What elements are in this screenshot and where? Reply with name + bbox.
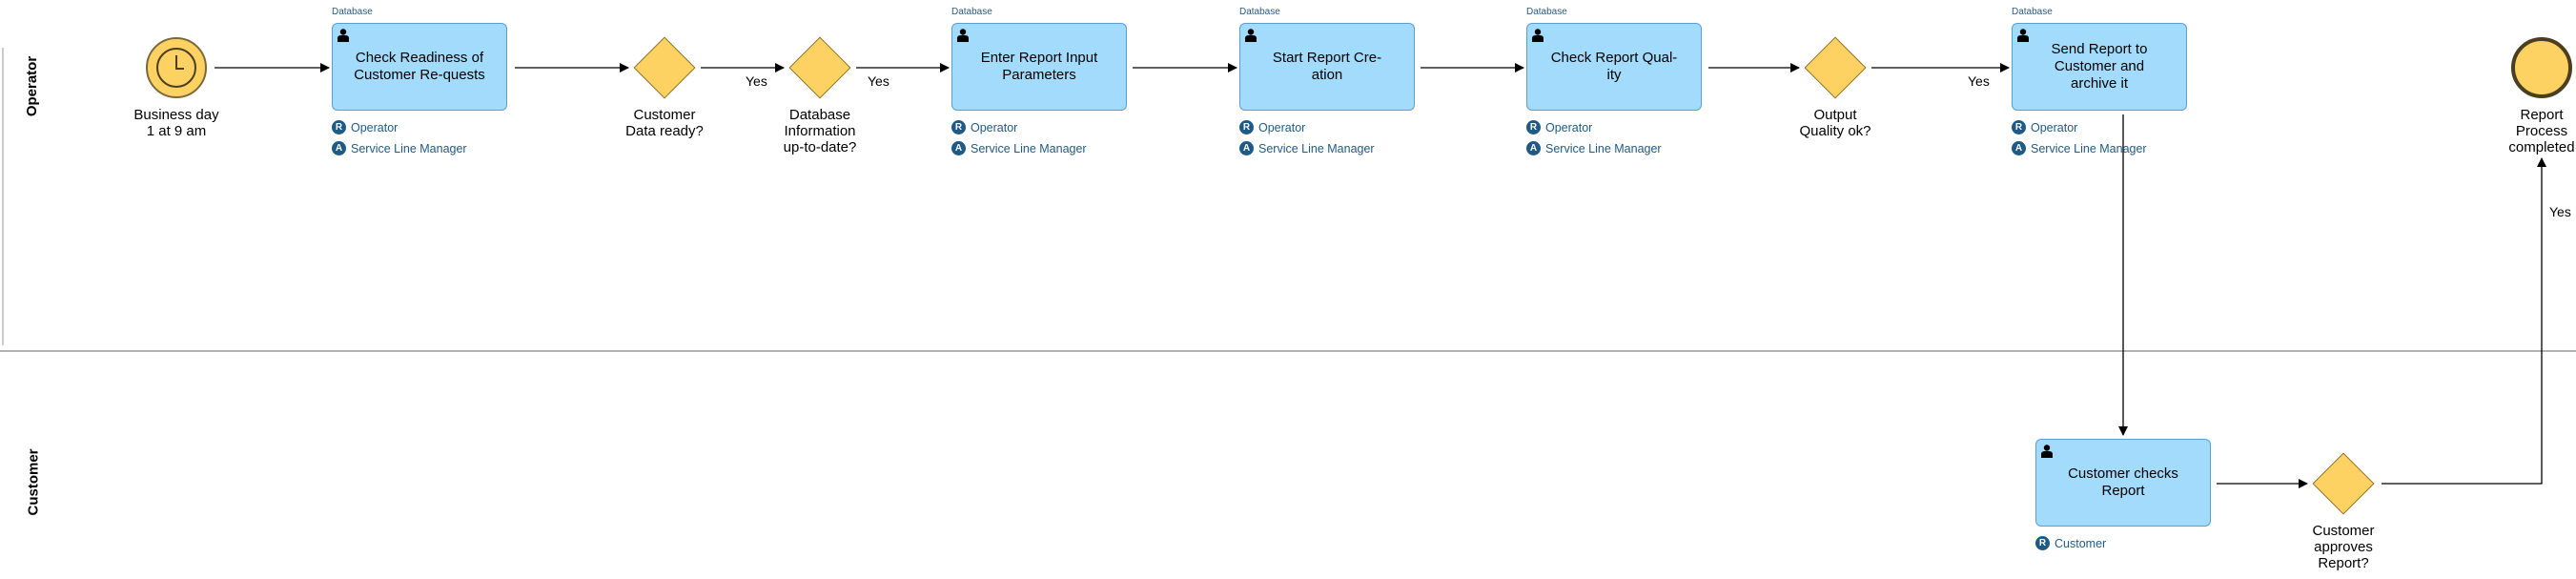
user-icon bbox=[337, 29, 349, 42]
bpmn-diagram: Operator Customer Business day 1 at 9 am… bbox=[0, 0, 2576, 579]
role-name: Operator bbox=[1545, 120, 1593, 134]
role-assignment: A Service Line Manager bbox=[2012, 141, 2147, 155]
task-label: Enter Report Input Parameters bbox=[980, 50, 1098, 83]
task-tag: Database bbox=[1239, 7, 1280, 17]
role-assignment: R Operator bbox=[332, 120, 398, 134]
start-event-label: Business day 1 at 9 am bbox=[133, 107, 219, 139]
lane-operator-label: Operator bbox=[24, 55, 41, 117]
task[interactable]: Send Report to Customer and archive it bbox=[2012, 23, 2187, 111]
role-assignment: R Operator bbox=[1239, 120, 1305, 134]
task-tag: Database bbox=[951, 7, 992, 17]
clock-icon bbox=[156, 48, 196, 88]
role-assignment: R Customer bbox=[2035, 536, 2106, 550]
gateway-label: Customer approves Report? bbox=[2312, 523, 2375, 571]
gateway-label: Customer Data ready? bbox=[625, 107, 704, 139]
role-name: Operator bbox=[351, 120, 399, 134]
task-label: Customer checks Report bbox=[2068, 465, 2178, 499]
user-icon bbox=[2041, 445, 2053, 458]
role-assignment: A Service Line Manager bbox=[1526, 141, 1662, 155]
user-icon bbox=[957, 29, 969, 42]
task[interactable]: Enter Report Input Parameters bbox=[951, 23, 1127, 111]
task[interactable]: Check Report Qual-ity bbox=[1526, 23, 1702, 111]
flow-label-yes: Yes bbox=[868, 73, 889, 89]
role-assignment: R Operator bbox=[951, 120, 1017, 134]
role-badge: A bbox=[1526, 141, 1541, 155]
role-badge: A bbox=[951, 141, 966, 155]
start-event[interactable] bbox=[146, 37, 207, 98]
user-icon bbox=[2017, 29, 2029, 42]
flow bbox=[2382, 157, 2546, 485]
role-name: Service Line Manager bbox=[1545, 141, 1662, 155]
role-assignment: A Service Line Manager bbox=[332, 141, 467, 155]
gateway-label: Database Information up-to-date? bbox=[783, 107, 857, 155]
role-name: Service Line Manager bbox=[971, 141, 1087, 155]
task[interactable]: Check Readiness of Customer Re-quests bbox=[332, 23, 507, 111]
flow-label-yes: Yes bbox=[1968, 73, 1990, 89]
role-badge: R bbox=[1526, 120, 1541, 134]
role-assignment: A Service Line Manager bbox=[951, 141, 1087, 155]
role-assignment: R Operator bbox=[2012, 120, 2077, 134]
task-label: Start Report Cre-ation bbox=[1272, 50, 1382, 83]
role-name: Service Line Manager bbox=[2031, 141, 2147, 155]
role-badge: R bbox=[1239, 120, 1254, 134]
role-name: Operator bbox=[971, 120, 1018, 134]
role-assignment: A Service Line Manager bbox=[1239, 141, 1375, 155]
gateway-label: Output Quality ok? bbox=[1799, 107, 1871, 139]
task-tag: Database bbox=[332, 7, 373, 17]
task-tag: Database bbox=[1526, 7, 1567, 17]
end-event[interactable] bbox=[2511, 37, 2572, 98]
task[interactable]: Start Report Cre-ation bbox=[1239, 23, 1415, 111]
flow-label-yes: Yes bbox=[746, 73, 767, 89]
task[interactable]: Customer checks Report bbox=[2035, 439, 2211, 527]
user-icon bbox=[1245, 29, 1257, 42]
task-label: Check Readiness of Customer Re-quests bbox=[354, 50, 485, 83]
role-name: Service Line Manager bbox=[351, 141, 467, 155]
task-label: Send Report to Customer and archive it bbox=[2051, 41, 2148, 92]
role-badge: R bbox=[2012, 120, 2026, 134]
role-assignment: R Operator bbox=[1526, 120, 1592, 134]
user-icon bbox=[1532, 29, 1544, 42]
role-badge: A bbox=[2012, 141, 2026, 155]
role-name: Service Line Manager bbox=[1258, 141, 1375, 155]
task-label: Check Report Qual-ity bbox=[1550, 50, 1678, 83]
lane-customer-label: Customer bbox=[25, 448, 42, 516]
flow-label-yes: Yes bbox=[2549, 204, 2571, 219]
role-badge: R bbox=[332, 120, 346, 134]
role-badge: R bbox=[951, 120, 966, 134]
role-badge: A bbox=[1239, 141, 1254, 155]
role-badge: A bbox=[332, 141, 346, 155]
role-name: Operator bbox=[2031, 120, 2078, 134]
role-name: Customer bbox=[2055, 536, 2107, 550]
role-badge: R bbox=[2035, 536, 2050, 550]
role-name: Operator bbox=[1258, 120, 1306, 134]
end-event-label: Report Process completed bbox=[2508, 107, 2575, 155]
task-tag: Database bbox=[2012, 7, 2053, 17]
